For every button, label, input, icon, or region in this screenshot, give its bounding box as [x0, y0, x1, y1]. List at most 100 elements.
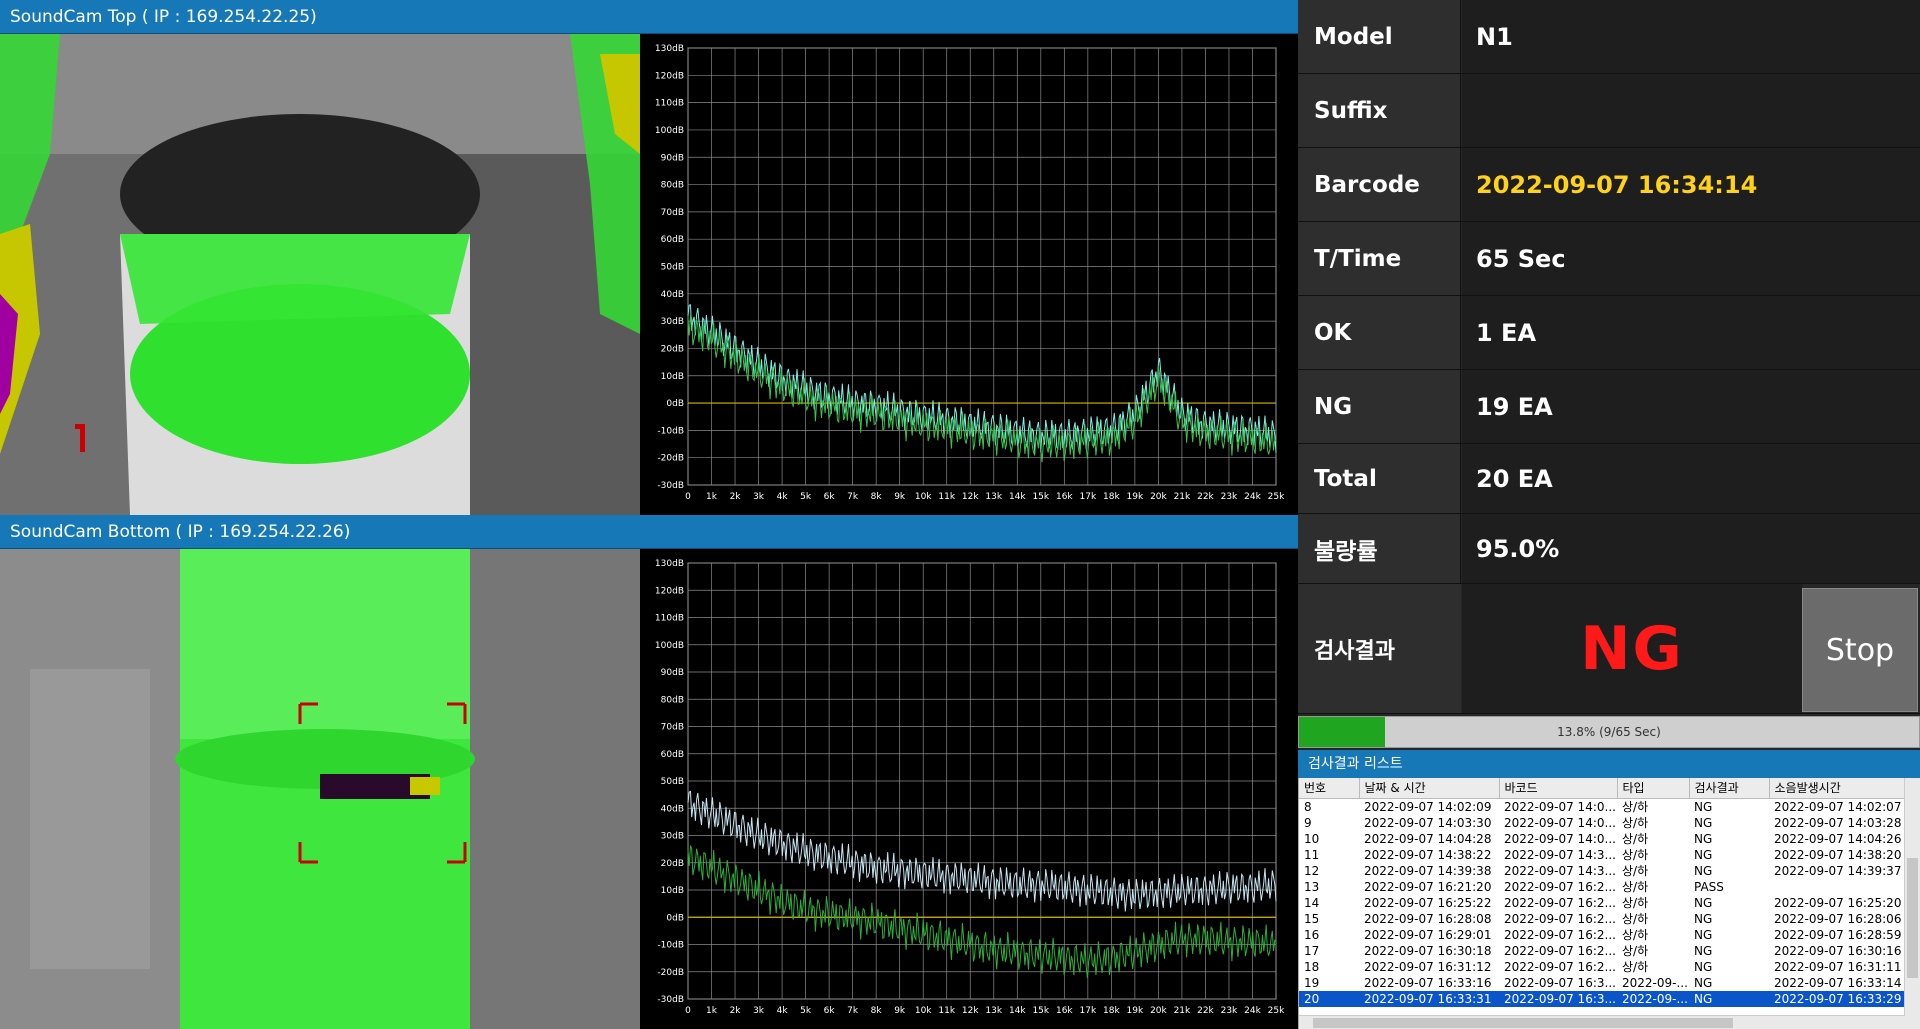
- inspection-progress-bar: 13.8% (9/65 Sec): [1298, 716, 1920, 748]
- table-cell: 2022-09-07 14:02:07: [1774, 799, 1902, 814]
- vertical-scrollbar[interactable]: [1904, 778, 1920, 1029]
- info-row-total: Total 20 EA: [1298, 444, 1920, 514]
- y-tick-label: 60dB: [661, 750, 684, 760]
- table-row[interactable]: 16 2022-09-07 16:29:01 2022-09-07 16:2... 상…: [1299, 927, 1905, 943]
- model-value: N1: [1462, 0, 1920, 73]
- column-header[interactable]: 검사결과: [1689, 778, 1770, 799]
- table-row[interactable]: 18 2022-09-07 16:31:12 2022-09-07 16:2... 상…: [1299, 959, 1905, 975]
- table-cell: 상/하: [1622, 927, 1649, 942]
- column-header[interactable]: 바코드: [1499, 778, 1618, 799]
- table-row[interactable]: 11 2022-09-07 14:38:22 2022-09-07 14:3... 상…: [1299, 847, 1905, 863]
- x-tick-label: 2k: [730, 492, 742, 502]
- table-row[interactable]: 8 2022-09-07 14:02:09 2022-09-07 14:0... 상/…: [1299, 798, 1905, 815]
- table-cell: 2022-09-07 16:33:14: [1774, 975, 1902, 990]
- table-row[interactable]: 19 2022-09-07 16:33:16 2022-09-07 16:3... 2…: [1299, 975, 1905, 991]
- x-tick-label: 1k: [706, 492, 718, 502]
- table-cell: 2022-09-07 16:2...: [1504, 943, 1616, 958]
- x-tick-label: 25k: [1268, 1006, 1285, 1016]
- horizontal-scrollbar[interactable]: [1299, 1015, 1905, 1029]
- table-cell: 2022-09-07 16:3...: [1499, 990, 1617, 1007]
- table-cell: 2022-09-07 14:3...: [1504, 863, 1616, 878]
- info-row-ok: OK 1 EA: [1298, 296, 1920, 370]
- table-row[interactable]: 20 2022-09-07 16:33:31 2022-09-07 16:3... 2…: [1299, 990, 1905, 1007]
- x-tick-label: 7k: [847, 1006, 859, 1016]
- column-header[interactable]: 타입: [1617, 778, 1690, 799]
- x-tick-label: 3k: [753, 492, 765, 502]
- table-cell: 상/하: [1622, 911, 1649, 926]
- horizontal-scroll-thumb[interactable]: [1313, 1018, 1733, 1028]
- table-cell: 2022-09-07 16:2...: [1504, 927, 1616, 942]
- x-tick-label: 0: [685, 1006, 691, 1016]
- info-row-suffix: Suffix: [1298, 74, 1920, 148]
- table-cell: 13: [1304, 879, 1320, 894]
- x-tick-label: 15k: [1032, 1006, 1049, 1016]
- column-header[interactable]: 번호: [1299, 778, 1360, 799]
- info-row-model: Model N1: [1298, 0, 1920, 74]
- x-tick-label: 24k: [1244, 492, 1261, 502]
- y-tick-label: 120dB: [655, 71, 684, 81]
- y-tick-label: -10dB: [657, 941, 684, 951]
- table-cell: 2022-09-07 14:3...: [1504, 847, 1616, 862]
- table-cell: NG: [1694, 863, 1713, 878]
- y-tick-label: 70dB: [661, 208, 684, 218]
- table-cell: 2022-09-07 16:31:12: [1364, 959, 1492, 974]
- x-tick-label: 18k: [1103, 1006, 1120, 1016]
- x-tick-label: 9k: [894, 1006, 906, 1016]
- y-tick-label: 100dB: [655, 126, 684, 136]
- x-tick-label: 22k: [1197, 492, 1214, 502]
- table-cell: NG: [1694, 895, 1713, 910]
- table-row[interactable]: 17 2022-09-07 16:30:18 2022-09-07 16:2... 상…: [1299, 943, 1905, 959]
- table-cell: 2022-09-07 14:0...: [1504, 815, 1616, 830]
- table-row[interactable]: 10 2022-09-07 14:04:28 2022-09-07 14:0... 상…: [1299, 831, 1905, 847]
- y-tick-label: 20dB: [661, 344, 684, 354]
- table-cell: 12: [1304, 863, 1320, 878]
- x-tick-label: 13k: [985, 492, 1002, 502]
- x-tick-label: 11k: [938, 1006, 955, 1016]
- suffix-label: Suffix: [1298, 74, 1461, 147]
- x-tick-label: 8k: [871, 492, 883, 502]
- table-row[interactable]: 14 2022-09-07 16:25:22 2022-09-07 16:2... 상…: [1299, 895, 1905, 911]
- y-tick-label: 70dB: [661, 723, 684, 733]
- table-cell: NG: [1694, 943, 1713, 958]
- y-tick-label: 50dB: [661, 777, 684, 787]
- info-row-defect-rate: 불량률 95.0%: [1298, 514, 1920, 584]
- stop-button[interactable]: Stop: [1802, 588, 1918, 712]
- x-tick-label: 12k: [962, 492, 979, 502]
- vertical-scroll-thumb[interactable]: [1907, 858, 1918, 978]
- soundcam-bottom-title: SoundCam Bottom ( IP : 169.254.22.26): [0, 515, 1298, 549]
- y-tick-label: 30dB: [661, 317, 684, 327]
- table-row[interactable]: 15 2022-09-07 16:28:08 2022-09-07 16:2... 상…: [1299, 911, 1905, 927]
- table-cell: 2022-09-07 14:03:28: [1774, 815, 1902, 830]
- table-cell: 2022-09-07 16:30:18: [1364, 943, 1492, 958]
- table-cell: NG: [1689, 990, 1769, 1007]
- y-tick-label: 30dB: [661, 832, 684, 842]
- x-tick-label: 17k: [1080, 492, 1097, 502]
- table-row[interactable]: 13 2022-09-07 16:21:20 2022-09-07 16:2... 상…: [1299, 879, 1905, 895]
- table-cell: 2022-09-07 16:21:20: [1364, 879, 1492, 894]
- column-header[interactable]: 소음발생시간: [1769, 778, 1906, 799]
- table-cell: 2022-09-07 14:0...: [1504, 799, 1616, 814]
- table-cell: 16: [1304, 927, 1320, 942]
- table-cell: 상/하: [1622, 831, 1649, 846]
- x-tick-label: 19k: [1127, 1006, 1144, 1016]
- y-tick-label: 120dB: [655, 586, 684, 596]
- y-tick-label: 80dB: [661, 181, 684, 191]
- y-tick-label: 130dB: [655, 559, 684, 569]
- column-header[interactable]: 날짜 & 시간: [1359, 778, 1500, 799]
- table-row[interactable]: 9 2022-09-07 14:03:30 2022-09-07 14:0... 상/…: [1299, 815, 1905, 831]
- x-tick-label: 14k: [1009, 492, 1026, 502]
- table-cell: 2022-09-07 16:28:59: [1774, 927, 1902, 942]
- inspection-result-row: 검사결과 NG Stop: [1298, 584, 1920, 714]
- x-tick-label: 5k: [800, 492, 812, 502]
- table-row[interactable]: 12 2022-09-07 14:39:38 2022-09-07 14:3... 상…: [1299, 863, 1905, 879]
- total-value: 20 EA: [1462, 444, 1920, 513]
- y-tick-label: 110dB: [655, 614, 684, 624]
- y-tick-label: 90dB: [661, 668, 684, 678]
- table-cell: 상/하: [1622, 879, 1649, 894]
- table-cell: 2022-09-07 14:39:37: [1774, 863, 1902, 878]
- y-tick-label: 110dB: [655, 99, 684, 109]
- table-body: 8 2022-09-07 14:02:09 2022-09-07 14:0... 상/…: [1299, 798, 1905, 1007]
- table-cell: NG: [1694, 799, 1713, 814]
- y-tick-label: 60dB: [661, 235, 684, 245]
- x-tick-label: 15k: [1032, 492, 1049, 502]
